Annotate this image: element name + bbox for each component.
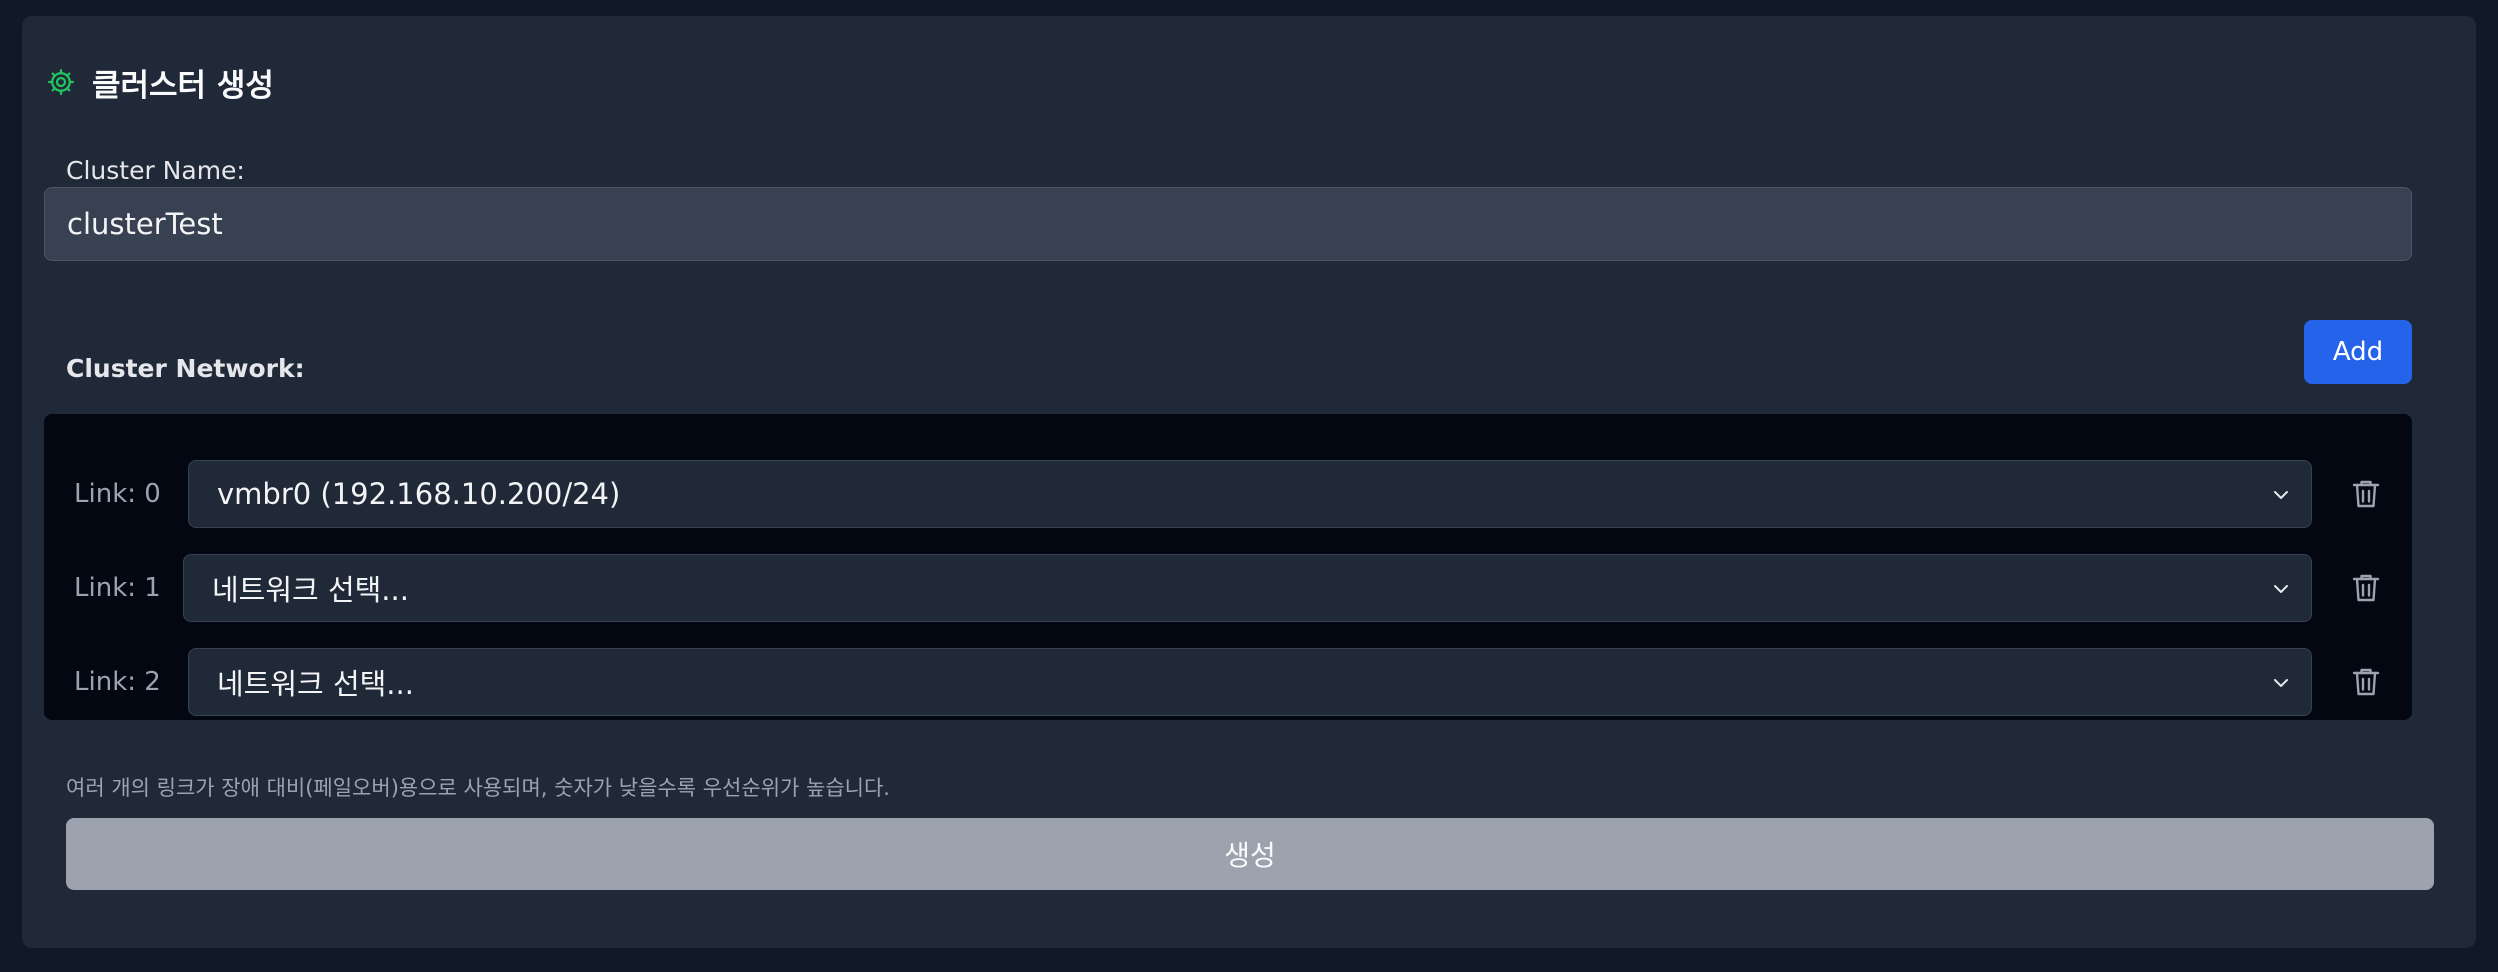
link-row-1: Link: 1 네트워크 선택...: [44, 554, 2412, 622]
link-select-value: vmbr0 (192.168.10.200/24): [217, 477, 621, 511]
chevron-down-icon: [2274, 585, 2288, 593]
link-row-0: Link: 0 vmbr0 (192.168.10.200/24): [44, 460, 2412, 528]
link-list: Link: 0 vmbr0 (192.168.10.200/24) Link: …: [44, 414, 2412, 720]
link-select-value: 네트워크 선택...: [212, 573, 409, 607]
link-select-value: 네트워크 선택...: [217, 667, 414, 701]
add-link-button[interactable]: Add: [2304, 320, 2412, 384]
link-priority-hint: 여러 개의 링크가 장애 대비(페일오버)용으로 사용되며, 숫자가 낮을수록 …: [66, 776, 890, 800]
cluster-name-input[interactable]: [44, 187, 2412, 261]
page-title: 클러스터 생성: [92, 67, 274, 104]
link-label: Link: 1: [74, 573, 161, 603]
link-1-network-select[interactable]: 네트워크 선택...: [183, 554, 2312, 622]
link-0-network-select[interactable]: vmbr0 (192.168.10.200/24): [188, 460, 2312, 528]
trash-icon[interactable]: [2348, 570, 2384, 606]
link-label: Link: 0: [74, 479, 161, 509]
gear-icon: [44, 65, 78, 99]
panel-header: 클러스터 생성: [44, 58, 274, 106]
chevron-down-icon: [2274, 491, 2288, 499]
trash-icon[interactable]: [2348, 664, 2384, 700]
create-cluster-button[interactable]: 생성: [66, 818, 2434, 890]
cluster-network-label: Cluster Network:: [66, 354, 305, 383]
trash-icon[interactable]: [2348, 476, 2384, 512]
cluster-name-label: Cluster Name:: [66, 156, 245, 185]
chevron-down-icon: [2274, 679, 2288, 687]
link-2-network-select[interactable]: 네트워크 선택...: [188, 648, 2312, 716]
link-row-2: Link: 2 네트워크 선택...: [44, 648, 2412, 716]
link-label: Link: 2: [74, 667, 161, 697]
